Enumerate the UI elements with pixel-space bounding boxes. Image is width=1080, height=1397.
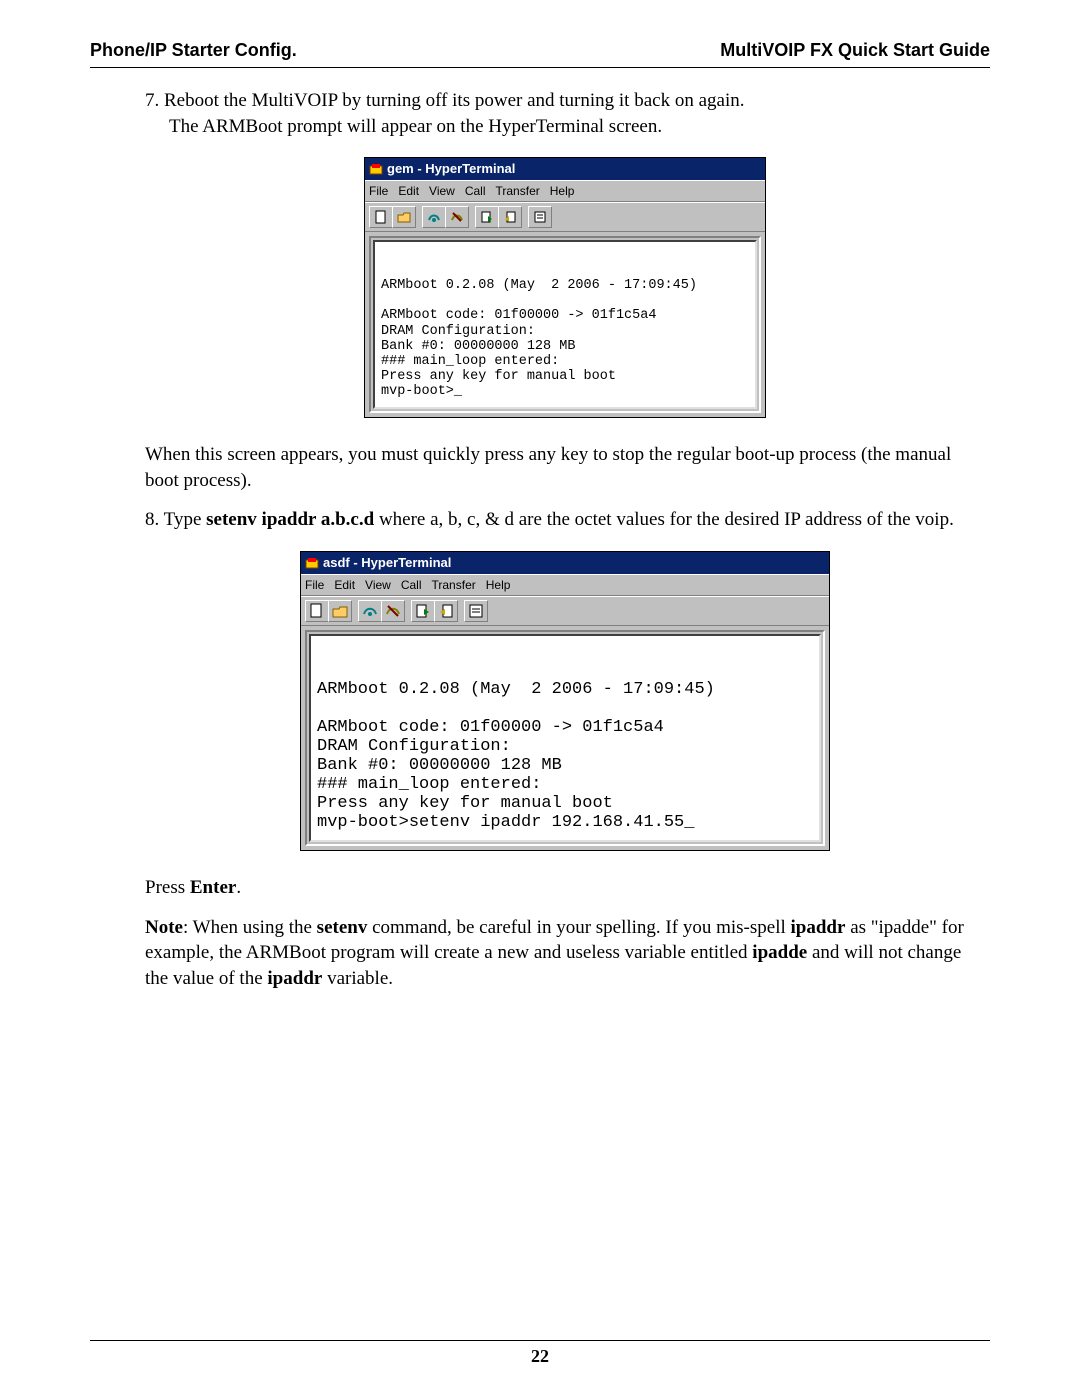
send-icon[interactable]: [475, 206, 499, 228]
terminal-area: ARMboot 0.2.08 (May 2 2006 - 17:09:45) A…: [301, 626, 829, 850]
terminal-area: ARMboot 0.2.08 (May 2 2006 - 17:09:45) A…: [365, 232, 765, 417]
toolbar: [301, 596, 829, 626]
receive-icon[interactable]: [498, 206, 522, 228]
mid-paragraph: When this screen appears, you must quick…: [145, 442, 985, 493]
header-rule: [90, 67, 990, 68]
page-number: 22: [0, 1346, 1080, 1367]
app-icon: [305, 556, 319, 570]
toolbar: [365, 202, 765, 232]
step-post: where a, b, c, & d are the octet values …: [374, 509, 954, 530]
app-icon: [369, 162, 383, 176]
new-icon[interactable]: [305, 600, 329, 622]
step-7: 7. Reboot the MultiVOIP by turning off i…: [145, 88, 985, 139]
body: 7. Reboot the MultiVOIP by turning off i…: [145, 88, 985, 992]
note-paragraph: Note: When using the setenv command, be …: [145, 915, 985, 992]
menubar[interactable]: File Edit View Call Transfer Help: [365, 180, 765, 202]
menu-call[interactable]: Call: [401, 577, 422, 593]
window-title: asdf - HyperTerminal: [323, 554, 451, 572]
titlebar[interactable]: asdf - HyperTerminal: [301, 552, 829, 574]
step-text-line2: The ARMBoot prompt will appear on the Hy…: [145, 114, 985, 140]
note-b2: ipaddr: [791, 917, 846, 938]
send-icon[interactable]: [411, 600, 435, 622]
menu-file[interactable]: File: [305, 577, 324, 593]
connect-icon[interactable]: [422, 206, 446, 228]
note-b1: setenv: [317, 917, 368, 938]
menu-edit[interactable]: Edit: [334, 577, 355, 593]
step-number: 8.: [145, 509, 159, 530]
disconnect-icon[interactable]: [381, 600, 405, 622]
window-title: gem - HyperTerminal: [387, 160, 515, 178]
step-8: 8. Type setenv ipaddr a.b.c.d where a, b…: [145, 507, 985, 533]
connect-icon[interactable]: [358, 600, 382, 622]
step-command: setenv ipaddr a.b.c.d: [206, 509, 374, 530]
hyperterminal-window-gem: gem - HyperTerminal File Edit View Call …: [364, 157, 766, 418]
footer-rule: [90, 1340, 990, 1341]
menu-transfer[interactable]: Transfer: [432, 577, 476, 593]
receive-icon[interactable]: [434, 600, 458, 622]
properties-icon[interactable]: [528, 206, 552, 228]
note-b3: ipadde: [752, 942, 807, 963]
page: Phone/IP Starter Config. MultiVOIP FX Qu…: [0, 0, 1080, 1397]
menu-transfer[interactable]: Transfer: [496, 183, 540, 199]
terminal-output[interactable]: ARMboot 0.2.08 (May 2 2006 - 17:09:45) A…: [311, 636, 819, 840]
step-pre: Type: [164, 509, 206, 530]
disconnect-icon[interactable]: [445, 206, 469, 228]
note-b4: ipaddr: [267, 968, 322, 989]
step-number: 7.: [145, 90, 159, 111]
press-key: Enter: [190, 877, 236, 898]
menubar[interactable]: File Edit View Call Transfer Help: [301, 574, 829, 596]
open-icon[interactable]: [392, 206, 416, 228]
menu-view[interactable]: View: [365, 577, 391, 593]
menu-edit[interactable]: Edit: [398, 183, 419, 199]
press-enter: Press Enter.: [145, 875, 985, 901]
menu-call[interactable]: Call: [465, 183, 486, 199]
note-label: Note: [145, 917, 183, 938]
terminal-output[interactable]: ARMboot 0.2.08 (May 2 2006 - 17:09:45) A…: [375, 242, 755, 407]
menu-view[interactable]: View: [429, 183, 455, 199]
note-t2: command, be careful in your spelling. If…: [367, 917, 790, 938]
note-t5: variable.: [322, 968, 393, 989]
note-t1: : When using the: [183, 917, 317, 938]
step-text-line1: Reboot the MultiVOIP by turning off its …: [164, 90, 744, 111]
titlebar[interactable]: gem - HyperTerminal: [365, 158, 765, 180]
page-header: Phone/IP Starter Config. MultiVOIP FX Qu…: [90, 40, 990, 67]
menu-file[interactable]: File: [369, 183, 388, 199]
press-pre: Press: [145, 877, 190, 898]
menu-help[interactable]: Help: [550, 183, 575, 199]
press-post: .: [236, 877, 241, 898]
open-icon[interactable]: [328, 600, 352, 622]
header-left: Phone/IP Starter Config.: [90, 40, 297, 61]
hyperterminal-window-asdf: asdf - HyperTerminal File Edit View Call…: [300, 551, 830, 851]
menu-help[interactable]: Help: [486, 577, 511, 593]
header-right: MultiVOIP FX Quick Start Guide: [720, 40, 990, 61]
new-icon[interactable]: [369, 206, 393, 228]
properties-icon[interactable]: [464, 600, 488, 622]
